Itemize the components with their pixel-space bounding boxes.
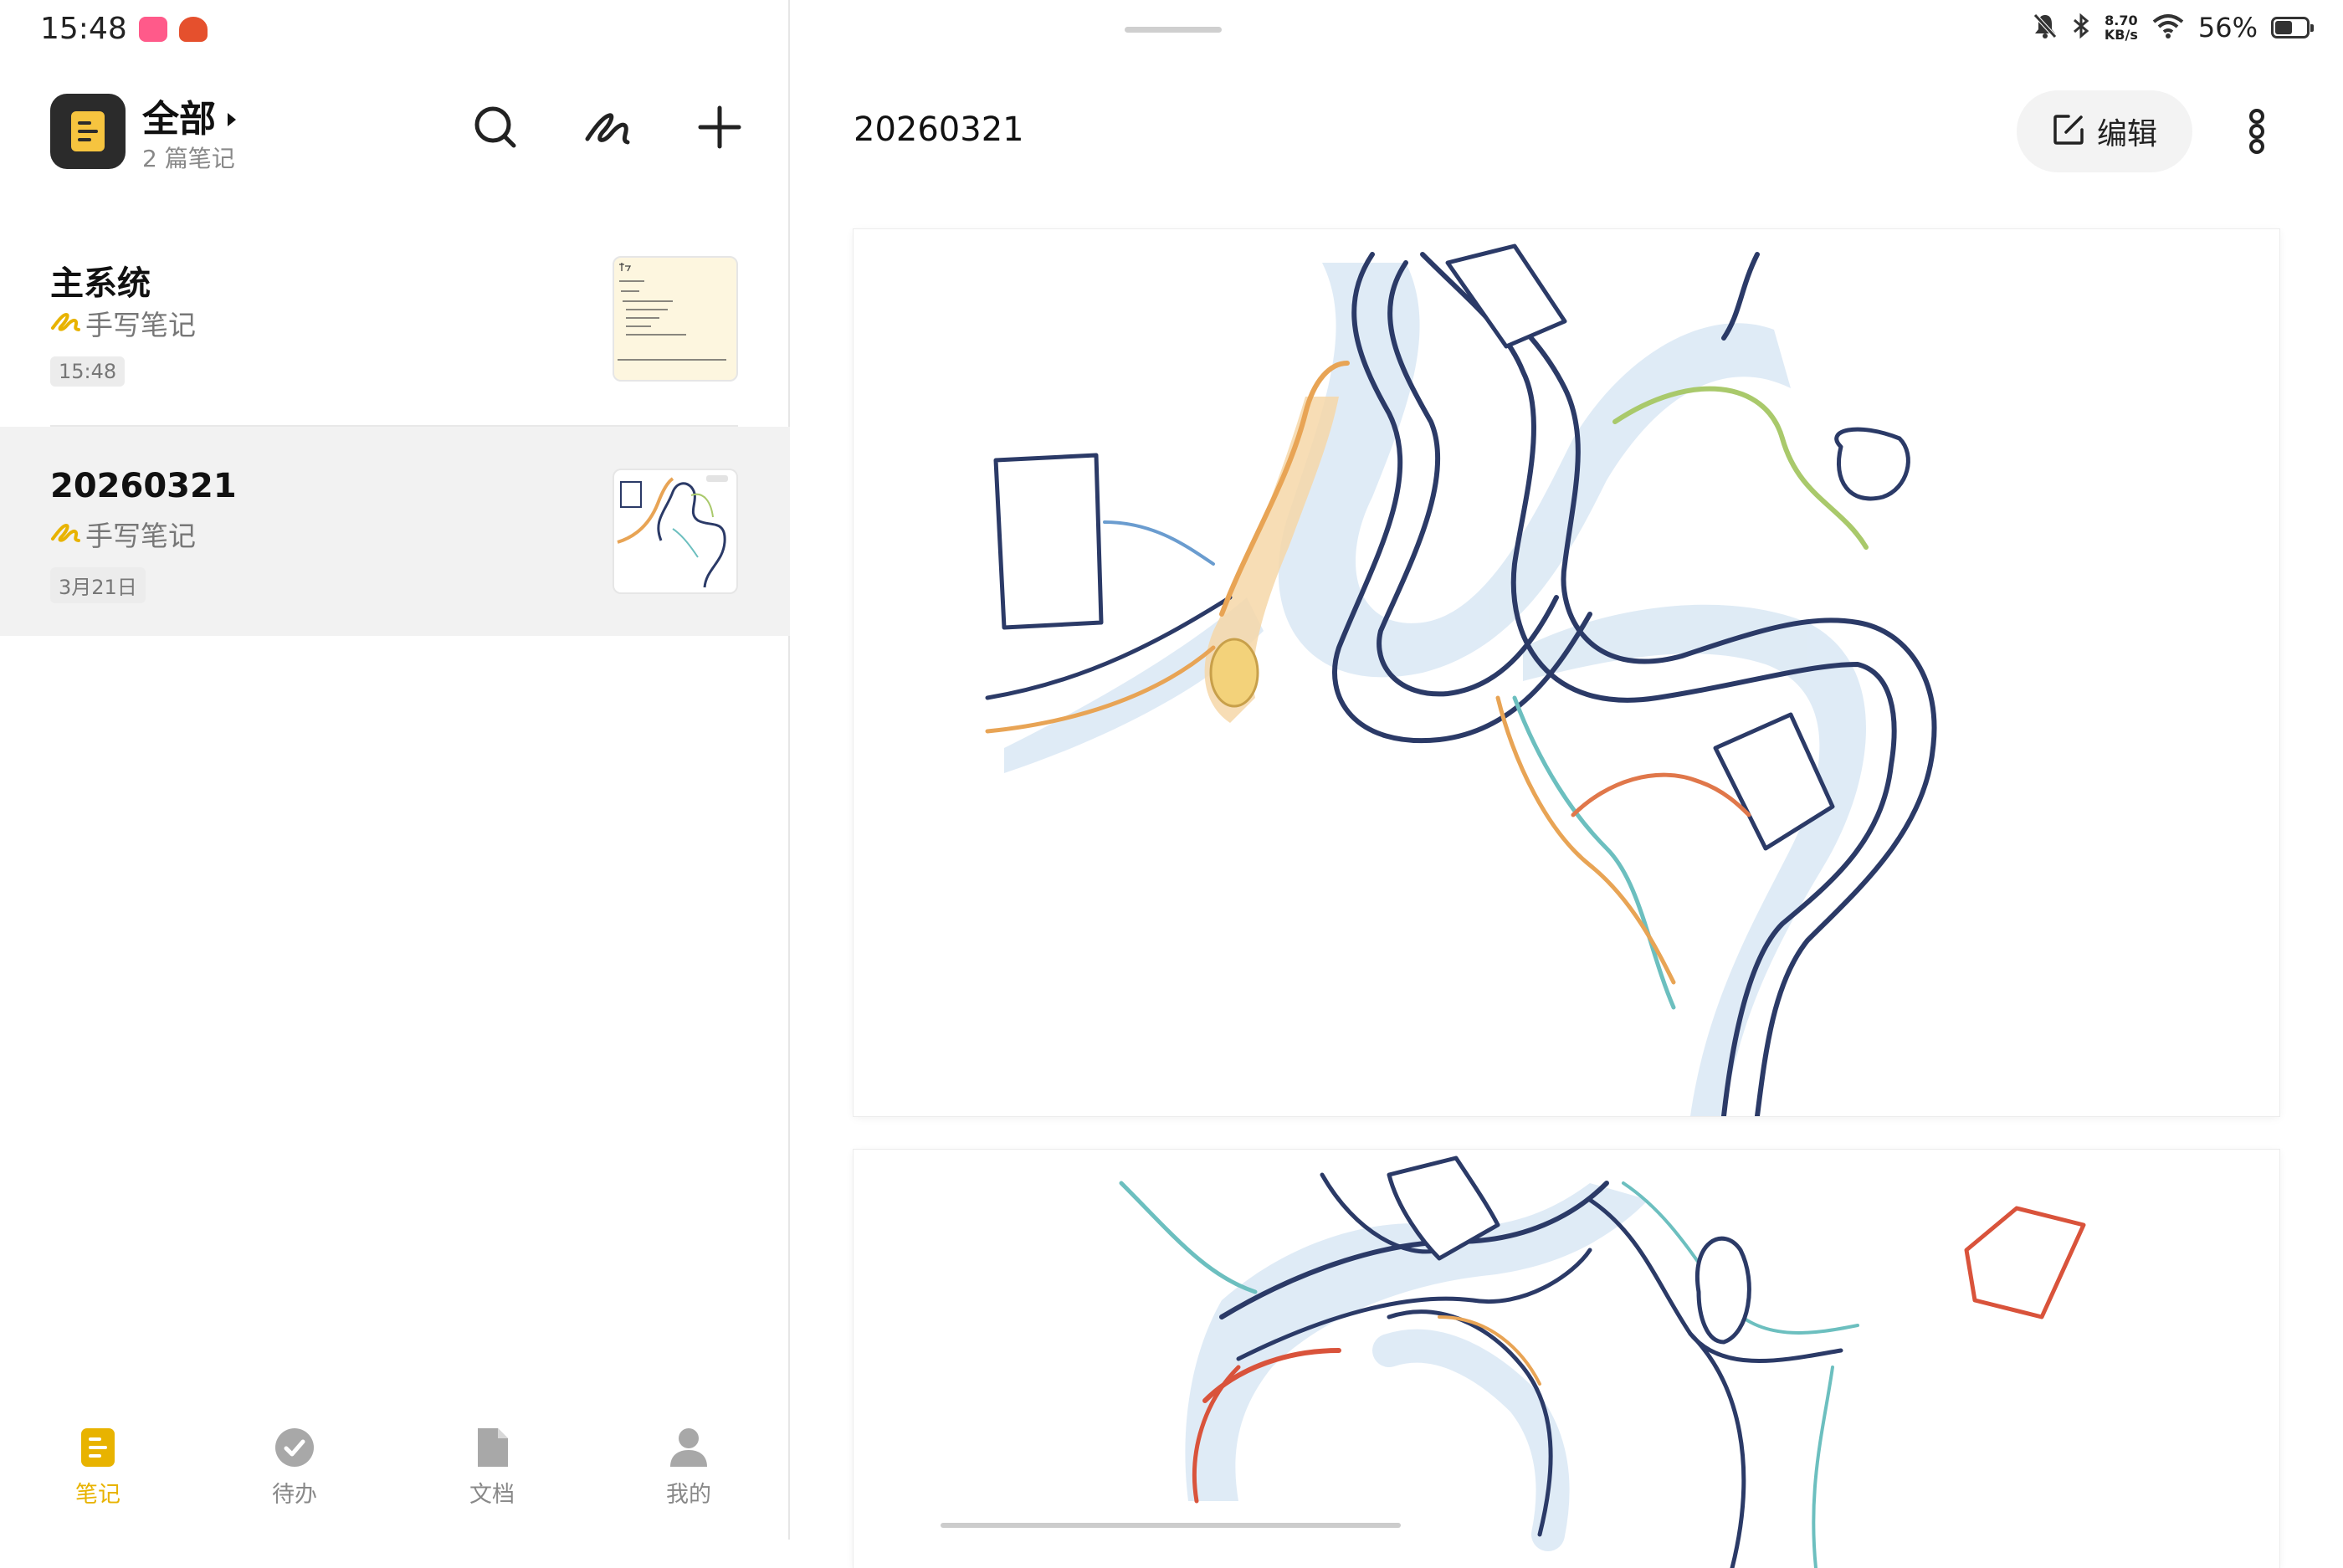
edit-button[interactable]: 编辑 bbox=[2017, 90, 2192, 172]
handwriting-drawing bbox=[1119, 1156, 2086, 1568]
handwriting-drawing bbox=[985, 243, 1937, 1116]
document-icon bbox=[470, 1426, 514, 1469]
nav-tab-profile[interactable]: 我的 bbox=[638, 1426, 739, 1509]
edit-label: 编辑 bbox=[2096, 117, 2157, 151]
handwriting-scribble-icon bbox=[582, 104, 633, 154]
note-date: 15:48 bbox=[50, 356, 126, 387]
folder-title: 全部 bbox=[142, 98, 216, 141]
notes-list-pane: 全部 2 篇笔记 主系统 手写笔记 15:48 20260321 手写笔记 3月… bbox=[0, 0, 790, 1540]
window-drag-handle[interactable] bbox=[1125, 27, 1222, 33]
profile-icon bbox=[667, 1426, 710, 1469]
battery-icon bbox=[2271, 17, 2314, 38]
note-date: 3月21日 bbox=[50, 567, 146, 603]
bottom-nav: 笔记 待办 文档 我的 bbox=[0, 1414, 790, 1540]
more-dots-icon bbox=[2247, 109, 2267, 157]
net-speed: 8.70 KB/s bbox=[2105, 13, 2138, 42]
net-speed-value: 8.70 bbox=[2105, 13, 2138, 28]
note-icon bbox=[76, 1426, 120, 1469]
net-speed-unit: KB/s bbox=[2104, 27, 2138, 43]
handwriting-type-icon bbox=[50, 518, 82, 551]
note-title: 主系统 bbox=[50, 264, 151, 303]
nav-label: 笔记 bbox=[75, 1482, 120, 1508]
search-icon bbox=[472, 104, 519, 154]
nav-label: 文档 bbox=[469, 1482, 515, 1508]
todo-check-icon bbox=[273, 1426, 316, 1469]
note-type-label: 手写笔记 bbox=[85, 309, 196, 341]
nav-label: 我的 bbox=[666, 1482, 711, 1508]
more-options-button[interactable] bbox=[2229, 102, 2284, 164]
note-detail-title: 20260321 bbox=[854, 110, 1024, 149]
notes-app-icon[interactable] bbox=[50, 94, 126, 169]
note-type: 手写笔记 bbox=[50, 514, 196, 554]
bluetooth-icon bbox=[2071, 13, 2091, 43]
note-thumbnail bbox=[613, 256, 738, 382]
battery-tip bbox=[2310, 24, 2314, 32]
battery-fill bbox=[2275, 21, 2292, 34]
nav-tab-documents[interactable]: 文档 bbox=[442, 1426, 542, 1509]
folder-count: 2 篇笔记 bbox=[142, 145, 235, 172]
note-type: 手写笔记 bbox=[50, 303, 196, 343]
handwriting-type-icon bbox=[50, 307, 82, 340]
mute-bell-icon bbox=[2033, 13, 2058, 43]
folder-selector[interactable]: 全部 bbox=[142, 89, 238, 142]
nav-tab-notes[interactable]: 笔记 bbox=[48, 1426, 148, 1509]
home-indicator[interactable] bbox=[941, 1523, 1401, 1528]
status-right: 8.70 KB/s 56% bbox=[2033, 12, 2314, 44]
battery-percent: 56% bbox=[2197, 12, 2258, 44]
note-list-item-selected[interactable]: 20260321 手写笔记 3月21日 bbox=[0, 427, 790, 636]
wifi-icon bbox=[2151, 13, 2185, 43]
note-thumbnail bbox=[613, 469, 738, 594]
search-button[interactable] bbox=[464, 97, 527, 161]
handwriting-page[interactable] bbox=[854, 1150, 2279, 1568]
handwriting-page[interactable] bbox=[854, 229, 2279, 1116]
nav-label: 待办 bbox=[272, 1482, 317, 1508]
add-note-button[interactable] bbox=[688, 97, 751, 161]
note-type-label: 手写笔记 bbox=[85, 520, 196, 552]
plus-icon bbox=[697, 105, 742, 153]
note-title: 20260321 bbox=[50, 467, 237, 505]
edit-icon bbox=[2052, 113, 2085, 150]
caret-right-icon bbox=[226, 95, 238, 137]
note-list-item[interactable]: 主系统 手写笔记 15:48 bbox=[0, 219, 790, 428]
nav-tab-todo[interactable]: 待办 bbox=[244, 1426, 345, 1509]
new-handwriting-button[interactable] bbox=[576, 97, 639, 161]
